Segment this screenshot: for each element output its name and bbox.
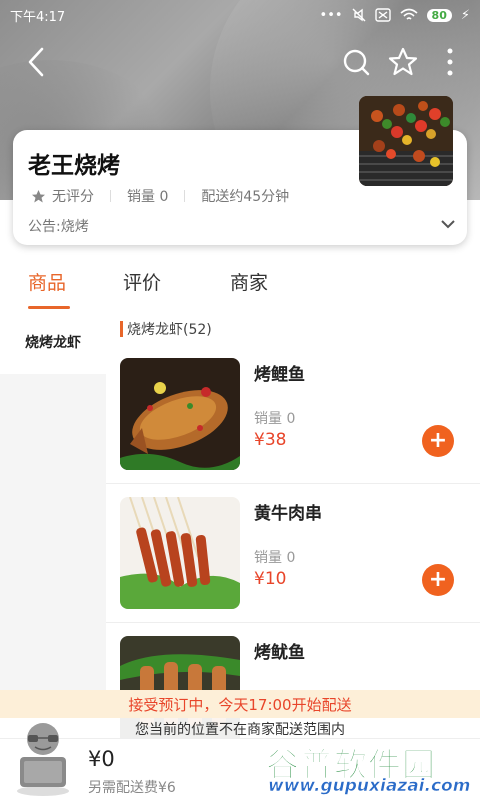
product-item[interactable]: 黄牛肉串 销量 0 ¥10 + [106, 485, 480, 623]
product-sales: 销量 0 [254, 411, 296, 427]
product-sales: 销量 0 [254, 550, 296, 566]
product-image [120, 358, 240, 470]
tab-merchant[interactable]: 商家 [230, 268, 268, 295]
bbq-skewers-picture [359, 96, 453, 186]
product-name: 烤鲤鱼 [254, 365, 305, 385]
product-image [120, 497, 240, 609]
mute-icon [352, 8, 366, 22]
site-watermark: 谷普软件园 www.gupuxiazai.com [262, 738, 480, 800]
status-icons: ••• 80 ⚡ [320, 8, 470, 23]
watermark-url: www.gupuxiazai.com [268, 776, 471, 797]
beef-skewers-picture [120, 497, 240, 609]
add-to-cart-button[interactable]: + [422, 425, 454, 457]
more-vertical-icon [447, 48, 453, 76]
cart-total: ¥0 [88, 747, 115, 771]
store-logo-image [359, 96, 453, 186]
battery-level: 80 [426, 8, 452, 22]
store-sales: 销量 0 [127, 189, 169, 205]
divider [110, 190, 111, 202]
section-accent-bar [120, 321, 123, 337]
star-outline-icon [388, 47, 418, 76]
store-name: 老王烧烤 [28, 153, 120, 179]
tab-products[interactable]: 商品 [28, 268, 66, 295]
preorder-banner: 接受预订中，今天17:00开始配送 [0, 690, 480, 718]
store-meta: 无评分 销量 0 配送约45分钟 [31, 186, 289, 206]
active-tab-indicator [28, 306, 70, 309]
add-to-cart-button[interactable]: + [422, 564, 454, 596]
back-button[interactable] [14, 38, 58, 86]
tab-reviews[interactable]: 评价 [123, 268, 161, 295]
chevron-down-icon [441, 220, 455, 229]
wifi-icon [400, 8, 418, 20]
status-time: 下午4:17 [10, 9, 66, 25]
search-icon [343, 49, 370, 76]
category-item-bbq-lobster[interactable]: 烧烤龙虾 [0, 310, 106, 374]
more-options-button[interactable] [428, 38, 472, 86]
search-button[interactable] [334, 38, 378, 86]
section-title: 烧烤龙虾(52) [127, 322, 212, 338]
more-dots-icon: ••• [319, 7, 343, 23]
cart-mascot-icon [17, 723, 69, 796]
delivery-fee: 另需配送费¥6 [88, 780, 176, 796]
favorite-button[interactable] [381, 38, 425, 86]
product-price: ¥10 [254, 569, 287, 589]
store-tabs: 商品 评价 商家 [0, 268, 480, 309]
sim-icon [374, 8, 391, 22]
star-icon [32, 189, 45, 202]
plus-icon: + [428, 567, 448, 592]
top-navigation [0, 38, 480, 86]
store-notice: 公告:烧烤 [28, 219, 89, 235]
divider [184, 190, 186, 202]
plus-icon: + [428, 428, 448, 453]
cart-button[interactable] [10, 717, 76, 797]
grilled-carp-picture [120, 358, 240, 470]
product-name: 烤鱿鱼 [254, 643, 305, 663]
product-price: ¥38 [254, 430, 287, 450]
status-bar: 下午4:17 ••• 80 ⚡ [0, 0, 480, 30]
store-delivery-time: 配送约45分钟 [201, 189, 290, 205]
back-arrow-icon [28, 47, 44, 77]
product-name: 黄牛肉串 [254, 504, 322, 524]
expand-notice-button[interactable] [441, 214, 455, 233]
store-rating: 无评分 [52, 189, 94, 205]
product-item[interactable]: 烤鲤鱼 销量 0 ¥38 + [106, 346, 480, 484]
charging-icon: ⚡ [460, 7, 470, 23]
section-header: 烧烤龙虾(52) [120, 319, 212, 339]
